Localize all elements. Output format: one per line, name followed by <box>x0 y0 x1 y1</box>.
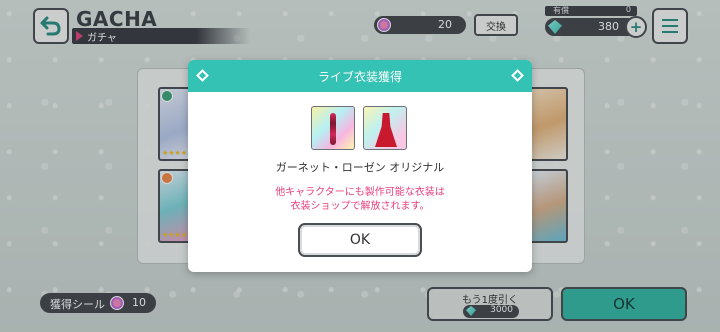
costume-dress-thumbnail <box>363 106 407 150</box>
costume-name: ガーネット・ローゼン オリジナル <box>275 161 445 174</box>
unlock-notice: 他キャラクターにも製作可能な衣装は 衣装ショップで解放されます。 <box>188 186 532 214</box>
dialog-header: ライブ衣装獲得 <box>188 60 532 92</box>
notice-line: 他キャラクターにも製作可能な衣装は <box>275 187 445 198</box>
accessory-icon <box>330 113 336 145</box>
diamond-deco-icon <box>196 69 209 82</box>
notice-line: 衣装ショップで解放されます。 <box>290 201 430 212</box>
dialog-ok-button[interactable]: OK <box>298 223 422 257</box>
diamond-deco-icon <box>511 69 524 82</box>
costume-acquired-dialog: ライブ衣装獲得 ガーネット・ローゼン オリジナル 他キャラクターにも製作可能な衣… <box>188 60 532 272</box>
dress-icon <box>375 113 397 147</box>
dialog-title: ライブ衣装獲得 <box>317 69 402 84</box>
costume-accessory-thumbnail <box>311 106 355 150</box>
